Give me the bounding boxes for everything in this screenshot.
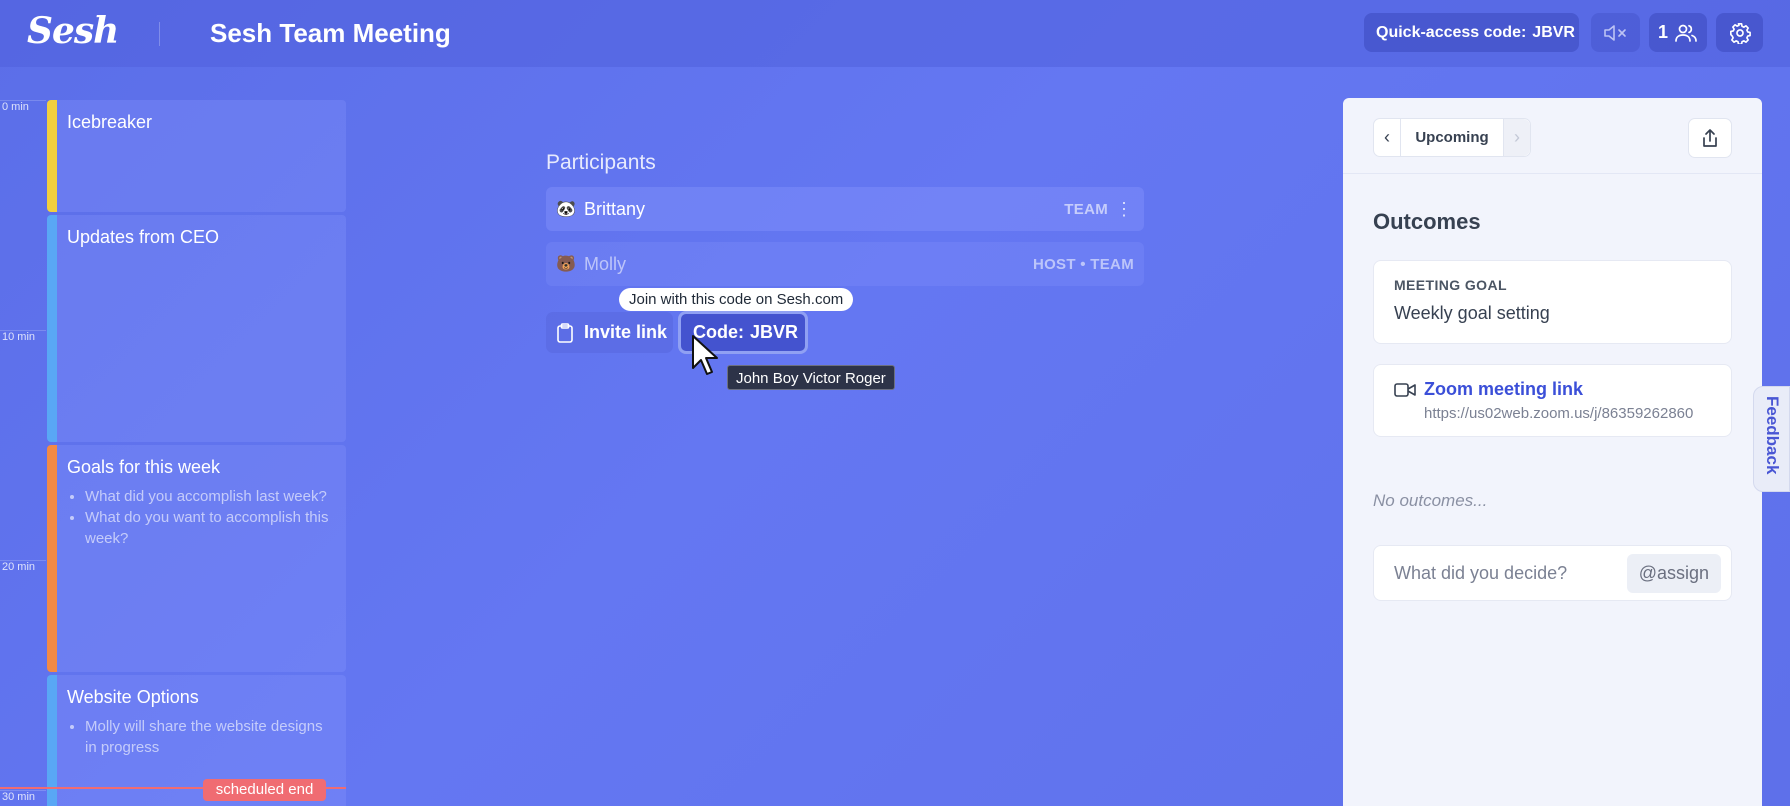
agenda-bullet: What do you want to accomplish this week… (85, 507, 346, 549)
quick-access-code: JBVR (1532, 24, 1575, 41)
feedback-tab[interactable]: Feedback (1753, 386, 1790, 492)
phonetic-code-tooltip: John Boy Victor Roger (727, 365, 895, 390)
tick-label: 30 min (2, 791, 36, 803)
tick-label: 0 min (2, 101, 29, 113)
meeting-goal-card[interactable]: MEETING GOAL Weekly goal setting (1373, 260, 1732, 344)
tick-label: 10 min (2, 331, 36, 343)
agenda-navigator: ‹ Upcoming › (1373, 118, 1531, 157)
meeting-goal-label: MEETING GOAL (1394, 277, 1507, 293)
invite-link-button[interactable]: Invite link (546, 312, 673, 353)
agenda-item-title: Updates from CEO (67, 227, 220, 247)
participant-count: 1 (1657, 22, 1668, 42)
video-camera-icon (1394, 383, 1416, 397)
settings-button[interactable] (1716, 13, 1763, 52)
navigator-label[interactable]: Upcoming (1400, 119, 1504, 156)
participant-row[interactable]: 🐼 Brittany TEAM ⋮ (546, 187, 1144, 231)
meeting-goal-value: Weekly goal setting (1394, 303, 1550, 323)
agenda-bullet: Molly will share the website designs in … (85, 716, 346, 758)
quick-access-label: Quick-access code: (1376, 24, 1527, 41)
participant-name: Molly (584, 253, 627, 274)
agenda-bullet: What did you accomplish last week? (85, 486, 346, 507)
scheduled-end-badge: scheduled end (203, 779, 326, 801)
share-button[interactable] (1688, 118, 1732, 158)
join-code-tooltip: Join with this code on Sesh.com (619, 288, 854, 311)
logo[interactable]: Sesh (27, 10, 119, 52)
agenda-item-icebreaker[interactable]: Icebreaker (47, 100, 346, 212)
participants-button[interactable]: 1 (1649, 13, 1707, 52)
participant-role: HOST • TEAM (1032, 255, 1134, 273)
participant-name: Brittany (584, 198, 646, 219)
zoom-url[interactable]: https://us02web.zoom.us/j/86359262860 (1424, 405, 1693, 422)
agenda-bullets: Molly will share the website designs in … (67, 716, 346, 758)
quick-access-code-badge[interactable]: Quick-access code: JBVR (1364, 13, 1579, 52)
zoom-link-card[interactable]: Zoom meeting link https://us02web.zoom.u… (1373, 364, 1732, 437)
kebab-menu-icon[interactable]: ⋮ (1114, 199, 1134, 220)
agenda-item-title: Icebreaker (67, 112, 153, 132)
mute-icon (1603, 24, 1626, 41)
participants-heading: Participants (546, 151, 656, 174)
outcomes-title: Outcomes (1373, 209, 1481, 234)
participant-role: TEAM (1064, 200, 1108, 218)
meeting-title[interactable]: Sesh Team Meeting (210, 18, 451, 49)
agenda-item-updates[interactable]: Updates from CEO (47, 215, 346, 442)
participant-row[interactable]: 🐻 Molly HOST • TEAM (546, 242, 1144, 286)
share-icon (1703, 129, 1717, 147)
decision-input[interactable]: What did you decide? @assign (1373, 545, 1732, 601)
participant-avatar: 🐻 (556, 256, 576, 273)
chevron-right-icon[interactable]: › (1504, 119, 1530, 156)
code-value: JBVR (750, 322, 799, 342)
agenda-item-title: Goals for this week (67, 457, 221, 477)
mute-button[interactable] (1591, 13, 1640, 52)
people-icon (1675, 24, 1697, 42)
clipboard-icon (557, 322, 573, 343)
no-outcomes-text: No outcomes... (1373, 491, 1488, 510)
cursor-pointer-icon (692, 335, 718, 375)
assign-button[interactable]: @assign (1626, 553, 1721, 593)
invite-link-label: Invite link (584, 322, 668, 342)
decision-placeholder[interactable]: What did you decide? (1394, 563, 1627, 584)
panel-header: ‹ Upcoming › (1343, 98, 1762, 174)
gear-icon (1729, 22, 1751, 44)
agenda-item-title: Website Options (67, 687, 199, 707)
zoom-link[interactable]: Zoom meeting link (1424, 379, 1693, 400)
agenda-item-goals[interactable]: Goals for this week What did you accompl… (47, 445, 346, 672)
feedback-label: Feedback (1763, 396, 1782, 475)
chevron-left-icon[interactable]: ‹ (1374, 127, 1400, 148)
divider (159, 22, 160, 46)
agenda-bullets: What did you accomplish last week? What … (67, 486, 346, 549)
outcomes-panel: ‹ Upcoming › Outcomes MEETING GOAL Weekl… (1343, 98, 1762, 806)
participant-avatar: 🐼 (556, 201, 576, 218)
tick-label: 20 min (2, 561, 36, 573)
top-bar: Sesh Sesh Team Meeting Quick-access code… (0, 0, 1790, 67)
